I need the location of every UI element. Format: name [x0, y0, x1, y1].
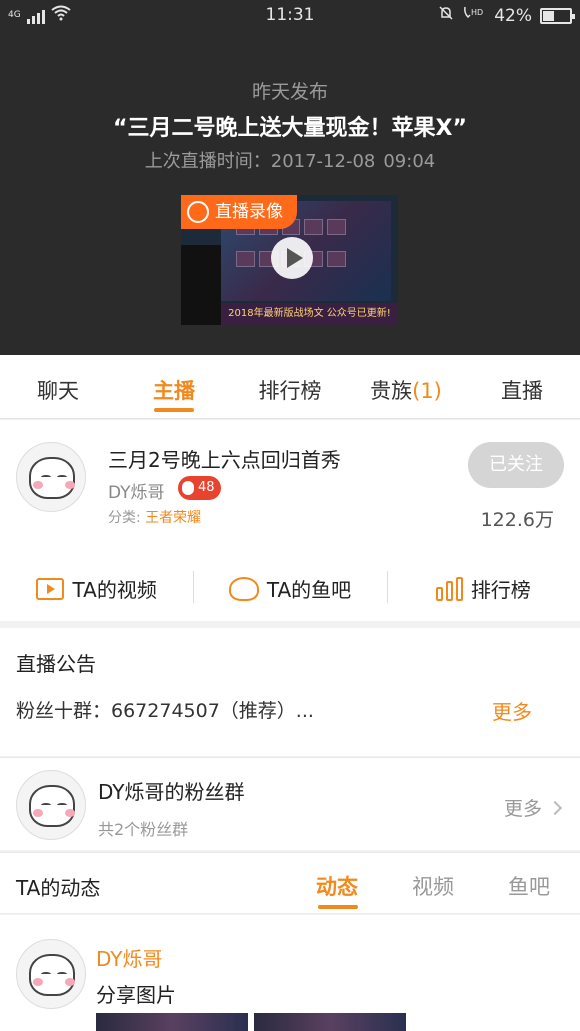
avatar[interactable] — [16, 939, 86, 1009]
tab-label: 直播 — [501, 379, 543, 403]
tab-chat[interactable]: 聊天 — [0, 355, 116, 418]
play-icon[interactable] — [271, 237, 313, 279]
tab-label: 主播 — [153, 379, 195, 403]
video-thumbnail[interactable]: 2018年最新版战场文 公众号已更新! 直播录像 — [181, 195, 398, 325]
action-label: 排行榜 — [470, 578, 531, 602]
ta-fishbar-button[interactable]: TA的鱼吧 — [193, 557, 386, 620]
fan-count: 122.6万 — [480, 509, 554, 531]
ta-videos-button[interactable]: TA的视频 — [0, 557, 193, 620]
tab-ranking[interactable]: 排行榜 — [232, 355, 348, 418]
action-label: TA的鱼吧 — [266, 578, 352, 602]
mute-bell-icon — [438, 5, 454, 26]
level-badge: 48 — [178, 476, 221, 500]
category-link[interactable]: 王者荣耀 — [145, 510, 201, 526]
last-live-label: 上次直播时间：2017-12-08 — [144, 151, 376, 172]
last-live-time: 上次直播时间：2017-12-08 09:04 — [0, 147, 580, 173]
fish-bar-icon — [228, 576, 259, 601]
avatar[interactable] — [16, 442, 86, 512]
feed-post: DY烁哥 分享图片 — [0, 915, 580, 1031]
avatar — [16, 770, 86, 840]
anchor-stream-title: 三月2号晚上六点回归首秀 — [108, 448, 341, 472]
tab-fishbar[interactable]: 鱼吧 — [508, 871, 550, 901]
tab-videos[interactable]: 视频 — [412, 871, 454, 901]
hd-volte-icon: HD — [462, 5, 486, 26]
tab-live[interactable]: 直播 — [464, 355, 580, 418]
video-caption: 2018年最新版战场文 公众号已更新! — [221, 303, 398, 325]
post-image[interactable] — [254, 1013, 406, 1031]
notice-more-link[interactable]: 更多 — [492, 696, 532, 725]
action-label: TA的视频 — [72, 578, 157, 602]
active-tab-indicator — [318, 905, 358, 909]
dynamics-title: TA的动态 — [16, 876, 101, 900]
stream-title: “三月二号晚上送大量现金！苹果X” — [113, 116, 467, 141]
replay-icon — [187, 201, 209, 223]
room-tabs: 聊天 主播 排行榜 贵族(1) 直播 — [0, 355, 580, 419]
ranking-button[interactable]: 排行榜 — [386, 557, 580, 620]
video-sidebar — [181, 245, 221, 325]
anchor-card: 三月2号晚上六点回归首秀 DY烁哥 48 分类: 王者荣耀 已关注 122.6万… — [0, 420, 580, 621]
replay-header: 昨天发布 “三月二号晚上送大量现金！苹果X” 上次直播时间：2017-12-08… — [0, 30, 580, 355]
post-image[interactable] — [96, 1013, 248, 1031]
follow-button[interactable]: 已关注 — [468, 442, 564, 488]
tab-anchor[interactable]: 主播 — [116, 355, 232, 418]
anchor-name: DY烁哥 — [108, 483, 165, 503]
svg-text:HD: HD — [471, 8, 483, 17]
replay-badge: 直播录像 — [181, 195, 297, 229]
category: 分类: 王者荣耀 — [108, 507, 201, 527]
live-notice: 直播公告 粉丝十群：667274507（推荐）... 更多 — [0, 628, 580, 756]
tab-label: 贵族 — [370, 379, 413, 403]
tab-label: 排行榜 — [258, 379, 322, 403]
tab-label: 聊天 — [37, 379, 79, 403]
level-value: 48 — [198, 480, 215, 495]
nobles-count: (1) — [412, 379, 442, 403]
post-text: 分享图片 — [96, 983, 176, 1007]
tab-nobles[interactable]: 贵族(1) — [348, 355, 464, 418]
mic-icon — [182, 481, 194, 495]
fan-group-count: 共2个粉丝群 — [98, 820, 189, 839]
notice-title: 直播公告 — [16, 652, 96, 676]
anchor-actions: TA的视频 TA的鱼吧 排行榜 — [0, 556, 580, 620]
fan-group-title: DY烁哥的粉丝群 — [98, 780, 245, 804]
video-icon — [36, 577, 65, 600]
status-bar: 4G 11:31 HD 42% — [0, 0, 580, 30]
last-live-clock: 09:04 — [383, 151, 436, 172]
fan-group-more[interactable]: 更多 — [503, 794, 563, 821]
battery-icon — [540, 7, 575, 24]
fan-group-row[interactable]: DY烁哥的粉丝群 共2个粉丝群 更多 — [0, 757, 580, 850]
tab-dynamics[interactable]: 动态 — [316, 871, 358, 901]
status-right: HD 42% — [438, 5, 575, 26]
chevron-right-icon — [547, 800, 563, 815]
posted-label: 昨天发布 — [251, 81, 328, 103]
battery-percent: 42% — [494, 5, 532, 26]
category-label: 分类: — [108, 510, 141, 526]
rank-bars-icon — [435, 576, 463, 601]
dynamics-header: TA的动态 动态 视频 鱼吧 — [0, 852, 580, 914]
replay-badge-label: 直播录像 — [215, 202, 283, 222]
notice-text: 粉丝十群：667274507（推荐）... — [16, 700, 314, 722]
more-label: 更多 — [503, 798, 542, 820]
post-author[interactable]: DY烁哥 — [96, 943, 163, 972]
